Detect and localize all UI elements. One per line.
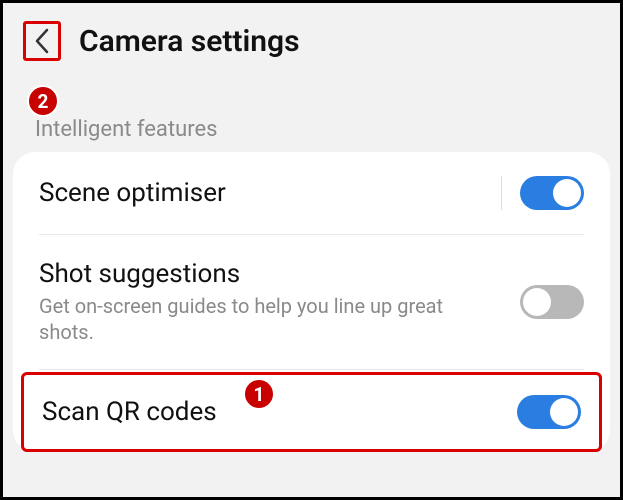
highlight-scan-qr: Scan QR codes [21,372,602,452]
setting-description: Get on-screen guides to help you line up… [39,293,500,345]
divider [39,369,584,370]
setting-text: Scene optimiser [39,178,481,208]
toggle-knob [553,179,581,207]
toggle-shot-suggestions[interactable] [520,285,584,319]
setting-text: Shot suggestions Get on-screen guides to… [39,259,500,345]
back-button[interactable] [23,21,61,61]
setting-title: Shot suggestions [39,259,500,289]
annotation-marker-1: 1 [243,378,275,410]
toggle-knob [550,398,578,426]
toggle-knob [523,288,551,316]
toggle-wrap [517,395,581,429]
setting-scan-qr[interactable]: Scan QR codes [24,375,599,449]
header: Camera settings [3,3,620,75]
toggle-scan-qr[interactable] [517,395,581,429]
section-header: Intelligent features [3,75,620,152]
separator [501,176,502,210]
setting-title: Scene optimiser [39,178,481,208]
setting-shot-suggestions[interactable]: Shot suggestions Get on-screen guides to… [13,235,610,369]
chevron-left-icon [34,28,50,54]
annotation-marker-2: 2 [27,85,59,117]
settings-card: Scene optimiser Shot suggestions Get on-… [13,152,610,452]
toggle-wrap [520,285,584,319]
toggle-wrap [501,176,584,210]
page-title: Camera settings [79,24,300,59]
toggle-scene-optimiser[interactable] [520,176,584,210]
setting-scene-optimiser[interactable]: Scene optimiser [13,152,610,234]
